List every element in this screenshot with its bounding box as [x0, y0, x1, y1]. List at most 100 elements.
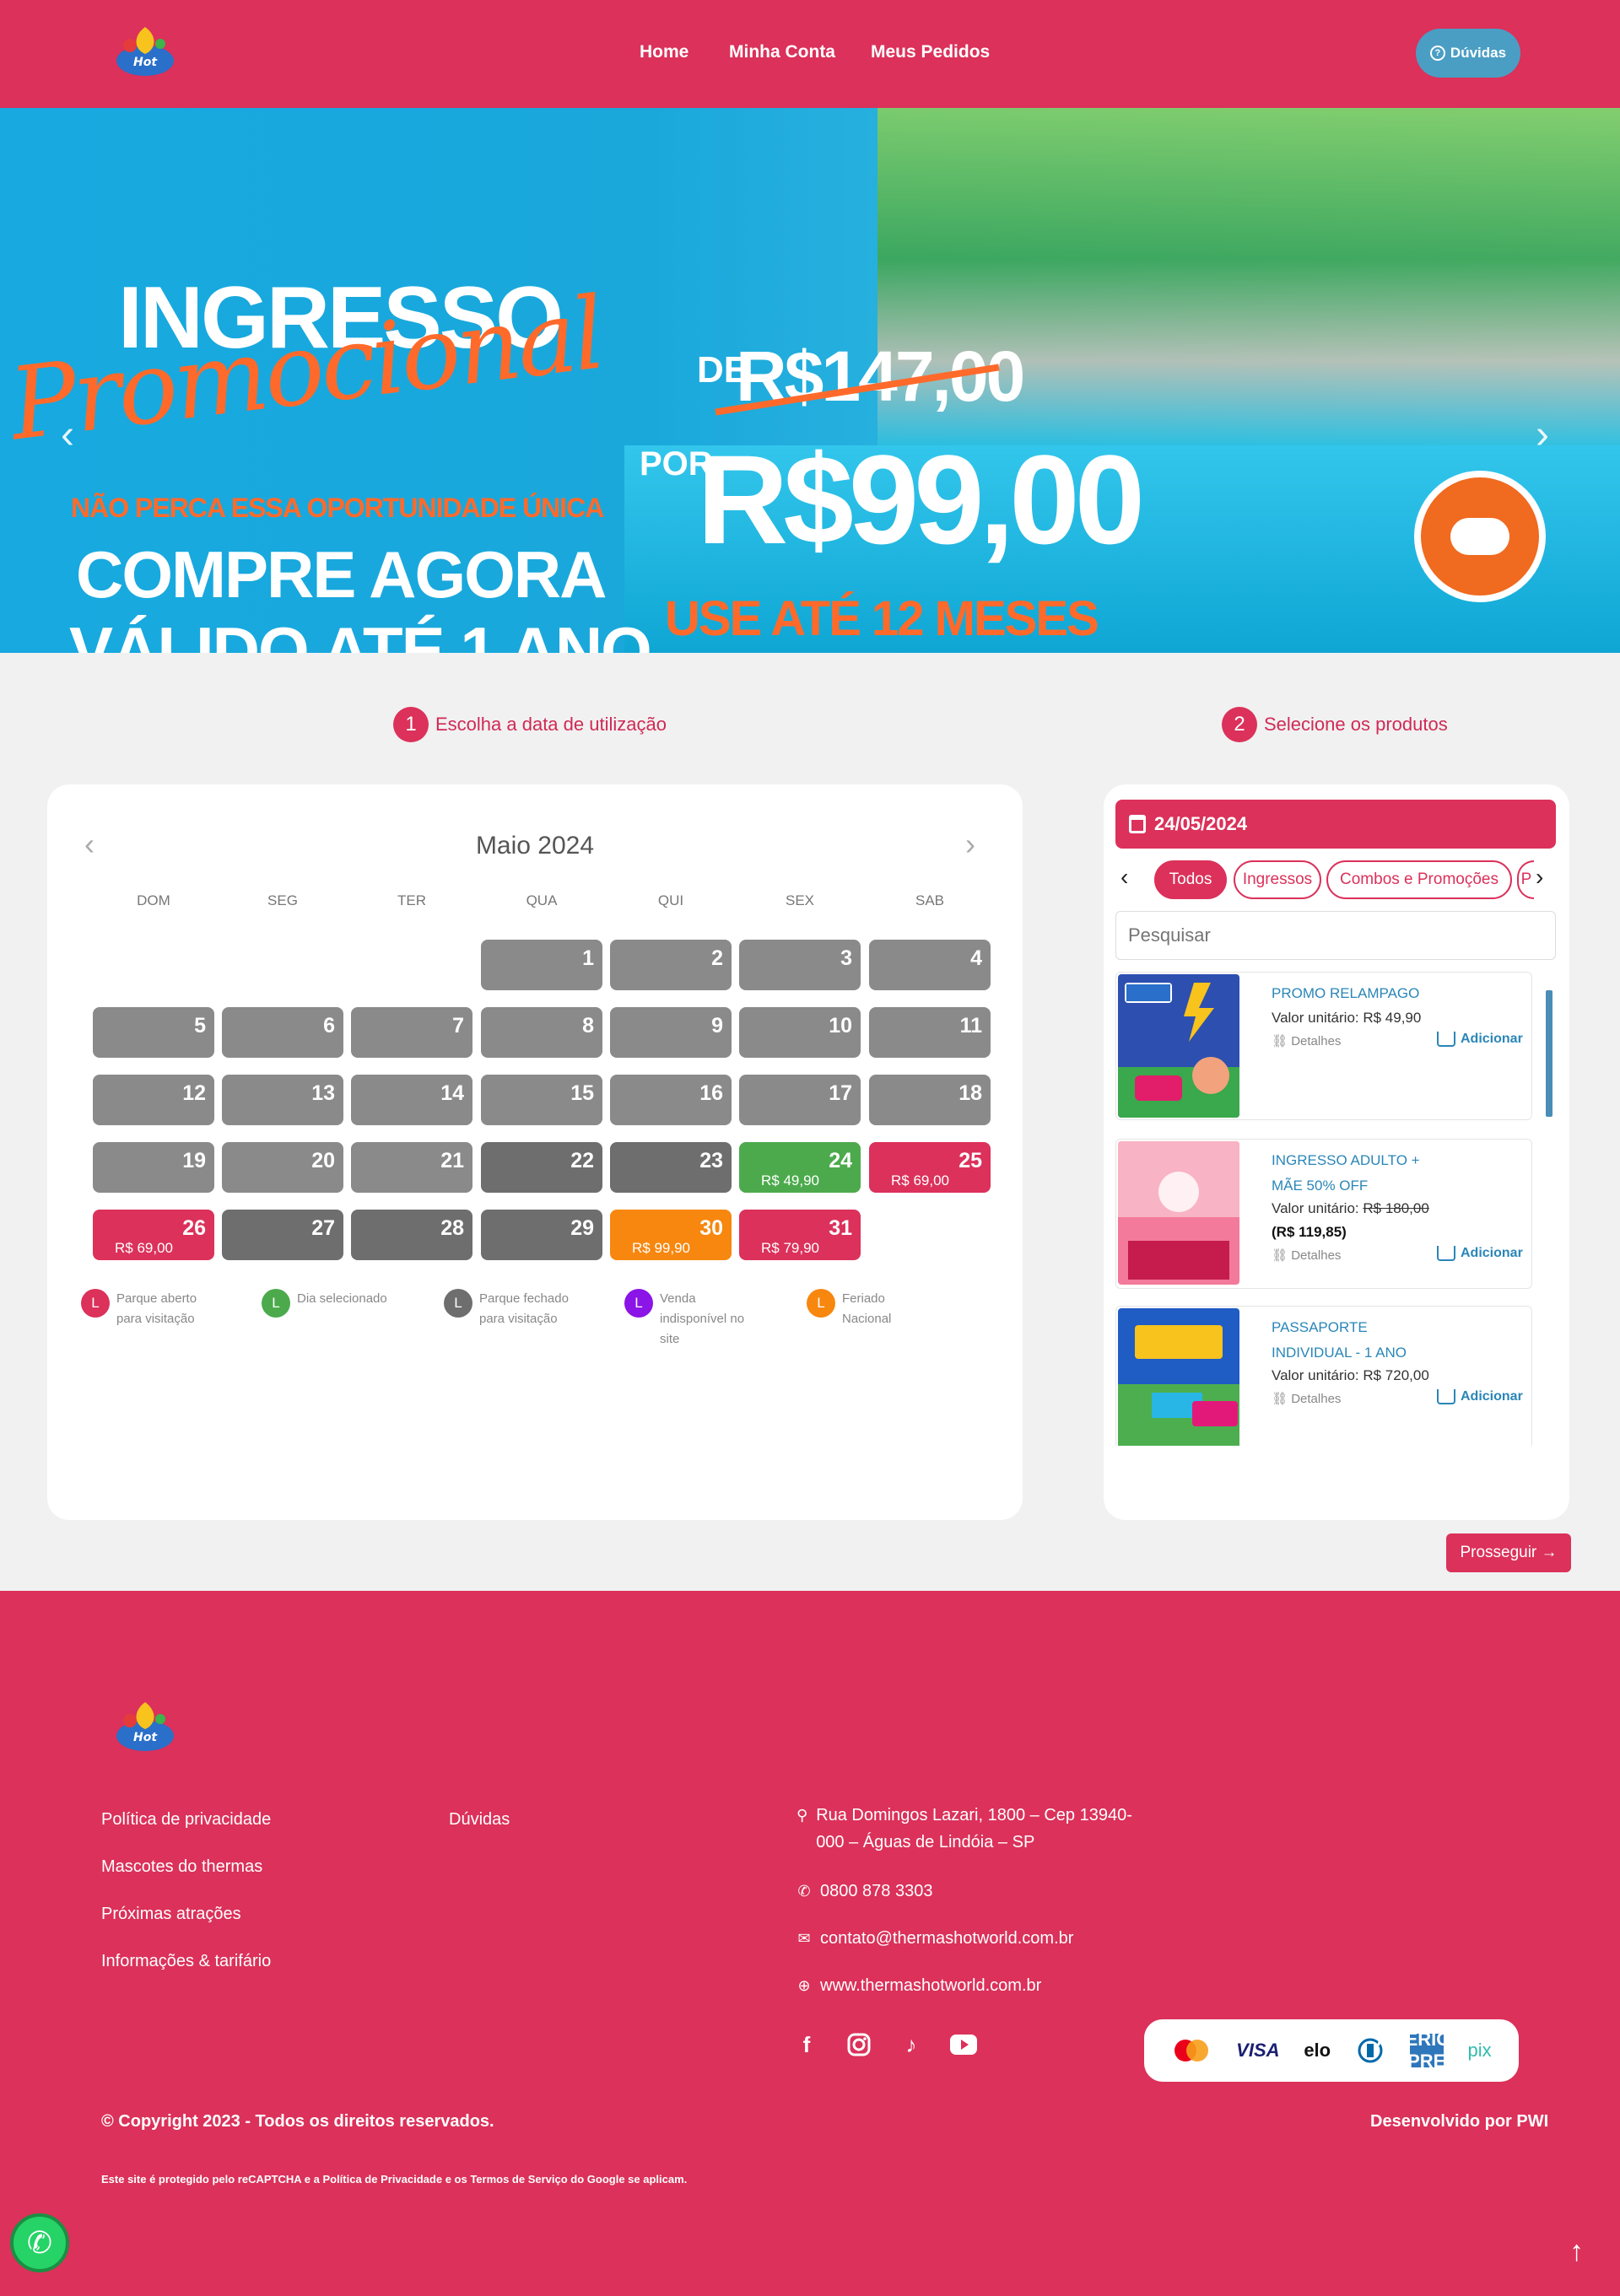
- day-number: 13: [311, 1081, 335, 1105]
- calendar-day-14[interactable]: 14: [351, 1075, 472, 1125]
- calendar-day-19[interactable]: 19: [93, 1142, 214, 1193]
- envelope-icon: ✉: [797, 1930, 811, 1947]
- calendar-day-30[interactable]: 30 R$ 99,90: [610, 1210, 732, 1260]
- calendar-day-6[interactable]: 6: [222, 1007, 343, 1058]
- weekday-sab: SAB: [915, 892, 945, 908]
- help-button[interactable]: ? Dúvidas: [1416, 29, 1520, 78]
- calendar-day-3[interactable]: 3: [739, 940, 861, 990]
- product-name[interactable]: PASSAPORTE INDIVIDUAL - 1 ANO: [1272, 1315, 1440, 1366]
- product-item[interactable]: INGRESSO ADULTO + MÃE 50% OFF Valor unit…: [1115, 1139, 1532, 1289]
- day-number: 7: [452, 1014, 464, 1038]
- product-list: PROMO RELAMPAGO Valor unitário: R$ 49,90…: [1115, 972, 1556, 1446]
- recaptcha-notice: Este site é protegido pelo reCAPTCHA e a…: [101, 2173, 688, 2186]
- legend-item: L Venda indisponível no site: [624, 1289, 753, 1350]
- search-input[interactable]: [1115, 911, 1556, 960]
- product-name[interactable]: INGRESSO ADULTO + MÃE 50% OFF: [1272, 1148, 1440, 1199]
- calendar-day-7[interactable]: 7: [351, 1007, 472, 1058]
- instagram-icon[interactable]: [845, 2031, 872, 2058]
- calendar-day-22[interactable]: 22: [481, 1142, 602, 1193]
- arrow-up-icon[interactable]: ↑: [1569, 2235, 1584, 2268]
- youtube-icon[interactable]: [950, 2031, 977, 2058]
- product-item[interactable]: PASSAPORTE INDIVIDUAL - 1 ANO Valor unit…: [1115, 1306, 1532, 1446]
- calendar-day-31[interactable]: 31 R$ 79,90: [739, 1210, 861, 1260]
- calendar-day-5[interactable]: 5: [93, 1007, 214, 1058]
- calendar-day-15[interactable]: 15: [481, 1075, 602, 1125]
- address-text: Rua Domingos Lazari, 1800 – Cep 13940-00…: [816, 1806, 1132, 1851]
- footer-email[interactable]: ✉ contato@thermashotworld.com.br: [796, 1925, 1073, 1952]
- calendar-day-12[interactable]: 12: [93, 1075, 214, 1125]
- chevron-left-icon[interactable]: ‹: [1120, 864, 1128, 891]
- link-next-attractions[interactable]: Próximas atrações: [101, 1905, 241, 1924]
- calendar-day-28[interactable]: 28: [351, 1210, 472, 1260]
- legend-dot: L: [262, 1289, 290, 1318]
- details-label: Detalhes: [1291, 1034, 1342, 1048]
- developer-credit[interactable]: Desenvolvido por PWI: [1370, 2112, 1548, 2132]
- link-info-rates[interactable]: Informações & tarifário: [101, 1952, 271, 1971]
- day-number: 20: [311, 1149, 335, 1172]
- day-number: 6: [323, 1014, 335, 1038]
- day-number: 16: [699, 1081, 723, 1105]
- calendar-day-17[interactable]: 17: [739, 1075, 861, 1125]
- footer-phone[interactable]: ✆ 0800 878 3303: [796, 1878, 932, 1905]
- product-details-link[interactable]: ⛓ Detalhes: [1272, 1033, 1341, 1048]
- link-mascots[interactable]: Mascotes do thermas: [101, 1857, 262, 1877]
- amex-label: AMERICAN EXPRESS: [1376, 2029, 1477, 2072]
- calendar-day-4[interactable]: 4: [869, 940, 991, 990]
- calendar-day-13[interactable]: 13: [222, 1075, 343, 1125]
- footer-website[interactable]: ⊕ www.thermashotworld.com.br: [796, 1972, 1041, 1999]
- calendar-day-27[interactable]: 27: [222, 1210, 343, 1260]
- chevron-right-icon[interactable]: ›: [965, 827, 975, 862]
- link-privacy-policy[interactable]: Política de privacidade: [101, 1810, 271, 1830]
- tiktok-icon[interactable]: ♪: [898, 2031, 925, 2058]
- tab-more[interactable]: P: [1517, 860, 1534, 899]
- calendar-day-8[interactable]: 8: [481, 1007, 602, 1058]
- chevron-right-icon[interactable]: ›: [1536, 412, 1549, 458]
- selected-date-bar: 24/05/2024: [1115, 800, 1556, 849]
- calendar-day-9[interactable]: 9: [610, 1007, 732, 1058]
- product-name[interactable]: PROMO RELAMPAGO: [1272, 981, 1440, 1006]
- link-icon: ⛓: [1272, 1392, 1292, 1406]
- day-number: 14: [440, 1081, 464, 1105]
- hot-world-logo[interactable]: Hot: [111, 1695, 179, 1760]
- nav-minha-conta[interactable]: Minha Conta: [729, 42, 835, 62]
- add-to-cart-button[interactable]: Adicionar: [1437, 1032, 1523, 1047]
- calendar-day-2[interactable]: 2: [610, 940, 732, 990]
- product-details-link[interactable]: ⛓ Detalhes: [1272, 1248, 1341, 1263]
- calendar-day-16[interactable]: 16: [610, 1075, 732, 1125]
- add-to-cart-button[interactable]: Adicionar: [1437, 1246, 1523, 1261]
- whatsapp-icon[interactable]: ✆: [10, 2213, 69, 2272]
- amex-badge: AMERICAN EXPRESS: [1376, 2029, 1477, 2072]
- calendar-day-26[interactable]: 26 R$ 69,00: [93, 1210, 214, 1260]
- nav-meus-pedidos[interactable]: Meus Pedidos: [871, 42, 990, 62]
- calendar-day-25[interactable]: 25 R$ 69,00: [869, 1142, 991, 1193]
- calendar-day-21[interactable]: 21: [351, 1142, 472, 1193]
- calendar-day-10[interactable]: 10: [739, 1007, 861, 1058]
- chevron-left-icon[interactable]: ‹: [61, 412, 74, 458]
- day-price: R$ 69,00: [891, 1172, 949, 1188]
- legend-text: Dia selecionado: [297, 1291, 387, 1306]
- promo-banner[interactable]: INGRESSO Promocional NÃO PERCA ESSA OPOR…: [0, 108, 1620, 653]
- calendar-day-24[interactable]: 24 R$ 49,90: [739, 1142, 861, 1193]
- scrollbar-thumb[interactable]: [1546, 990, 1552, 1117]
- tab-ingressos[interactable]: Ingressos: [1234, 860, 1321, 899]
- link-faq[interactable]: Dúvidas: [449, 1810, 510, 1830]
- product-details-link[interactable]: ⛓ Detalhes: [1272, 1391, 1341, 1406]
- product-item[interactable]: PROMO RELAMPAGO Valor unitário: R$ 49,90…: [1115, 972, 1532, 1120]
- calendar-day-11[interactable]: 11: [869, 1007, 991, 1058]
- day-number: 9: [711, 1014, 723, 1038]
- calendar-day-20[interactable]: 20: [222, 1142, 343, 1193]
- tab-combos-promocoes[interactable]: Combos e Promoções: [1326, 860, 1512, 899]
- tab-todos[interactable]: Todos: [1154, 860, 1227, 899]
- nav-home[interactable]: Home: [640, 42, 688, 62]
- calendar-day-23[interactable]: 23: [610, 1142, 732, 1193]
- calendar-day-1[interactable]: 1: [481, 940, 602, 990]
- product-list-scrollbar[interactable]: [1546, 982, 1552, 1446]
- facebook-icon[interactable]: f: [793, 2031, 820, 2058]
- day-number: 29: [570, 1216, 594, 1240]
- chevron-right-icon[interactable]: ›: [1536, 864, 1543, 891]
- proceed-button[interactable]: Prosseguir →: [1446, 1533, 1571, 1572]
- add-to-cart-button[interactable]: Adicionar: [1437, 1389, 1523, 1404]
- weekday-ter: TER: [397, 892, 426, 908]
- calendar-day-18[interactable]: 18: [869, 1075, 991, 1125]
- calendar-day-29[interactable]: 29: [481, 1210, 602, 1260]
